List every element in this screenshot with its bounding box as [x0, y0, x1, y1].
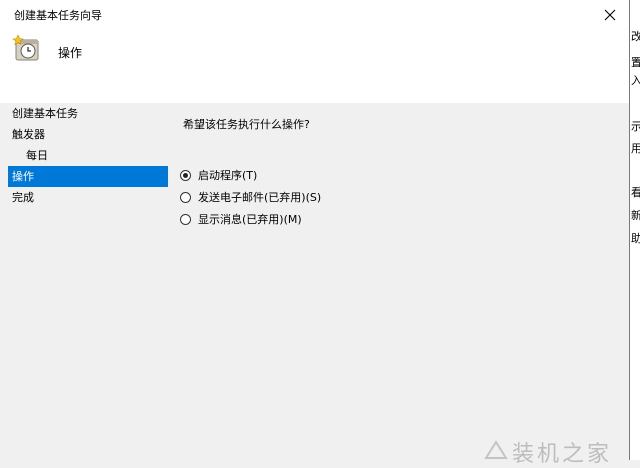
option-label: 显示消息(已弃用)(M)	[198, 213, 302, 226]
radio-display-message[interactable]	[180, 213, 191, 225]
option-label: 启动程序(T)	[198, 169, 258, 182]
watermark-logo-icon	[484, 440, 508, 459]
step-action[interactable]: 操作	[8, 166, 168, 187]
edge-text: 助	[631, 232, 640, 245]
wizard-header: 操作	[0, 30, 629, 103]
title-bar: 创建基本任务向导	[0, 0, 629, 30]
option-start-program[interactable]: 启动程序(T)	[180, 164, 321, 186]
create-basic-task-wizard: 创建基本任务向导 操作 创建基本任务 触发器 每日 操作 完成 希望该任务执行什…	[0, 0, 630, 460]
task-clock-icon	[12, 34, 39, 61]
step-trigger[interactable]: 触发器	[8, 124, 168, 145]
wizard-step-list: 创建基本任务 触发器 每日 操作 完成	[8, 103, 168, 208]
close-icon	[604, 9, 616, 21]
step-daily[interactable]: 每日	[8, 145, 168, 166]
step-create-basic-task[interactable]: 创建基本任务	[8, 103, 168, 124]
watermark-text: 装机之家	[512, 442, 613, 467]
action-options: 启动程序(T) 发送电子邮件(已弃用)(S) 显示消息(已弃用)(M)	[180, 164, 321, 230]
option-display-message[interactable]: 显示消息(已弃用)(M)	[180, 208, 321, 230]
background-window-edge: 改 置 入 示 用 看 新 助	[630, 0, 640, 460]
window-title: 创建基本任务向导	[14, 9, 102, 22]
close-button[interactable]	[595, 2, 625, 28]
radio-send-email[interactable]	[180, 191, 191, 203]
page-title: 操作	[58, 46, 83, 60]
edge-text: 用	[631, 142, 640, 155]
step-finish[interactable]: 完成	[8, 187, 168, 208]
edge-text: 新	[631, 209, 640, 222]
edge-text: 示	[631, 120, 640, 133]
edge-text: 改	[631, 30, 640, 43]
edge-text: 置	[631, 56, 640, 69]
edge-text: 入	[631, 74, 640, 87]
action-question: 希望该任务执行什么操作?	[183, 118, 310, 131]
option-label: 发送电子邮件(已弃用)(S)	[198, 191, 322, 204]
radio-start-program[interactable]	[180, 169, 191, 181]
option-send-email[interactable]: 发送电子邮件(已弃用)(S)	[180, 186, 321, 208]
edge-text: 看	[631, 186, 640, 199]
